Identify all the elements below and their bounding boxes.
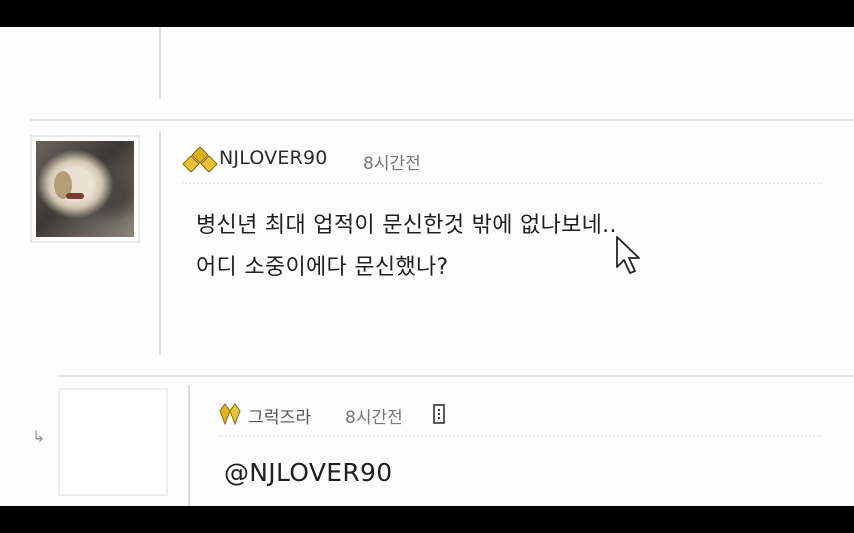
reply-divider: [188, 385, 190, 506]
more-menu-icon[interactable]: [433, 404, 445, 424]
gold-rank-badge-icon: [219, 403, 241, 426]
reply-arrow-icon: ↳: [32, 427, 46, 446]
reply-author[interactable]: 그럭즈라: [248, 403, 311, 428]
gold-rank-badge-icon: [182, 146, 218, 173]
reply-text: @NJLOVER90: [224, 458, 393, 487]
comment-separator: [30, 119, 854, 121]
reply-timestamp: 8시간전: [345, 408, 403, 428]
previous-comment-divider: [159, 27, 161, 99]
comment-timestamp: 8시간전: [363, 154, 421, 174]
reply-separator: [58, 375, 854, 377]
header-divider: [182, 182, 822, 184]
avatar-photo: [36, 141, 134, 237]
reply-avatar[interactable]: [58, 388, 168, 496]
avatar[interactable]: [30, 135, 140, 243]
comment-text-line-1: 병신년 최대 업적이 문신한것 밖에 없나보네..: [196, 213, 617, 238]
comment-text-line-2: 어디 소중이에다 문신했나?: [196, 255, 449, 280]
comment-divider: [159, 131, 161, 355]
reply-header-divider: [218, 435, 822, 437]
comment-author[interactable]: NJLOVER90: [219, 147, 328, 169]
comment-section: NJLOVER90 8시간전 병신년 최대 업적이 문신한것 밖에 없나보네..…: [0, 27, 854, 506]
mouse-pointer-icon: [616, 236, 640, 274]
